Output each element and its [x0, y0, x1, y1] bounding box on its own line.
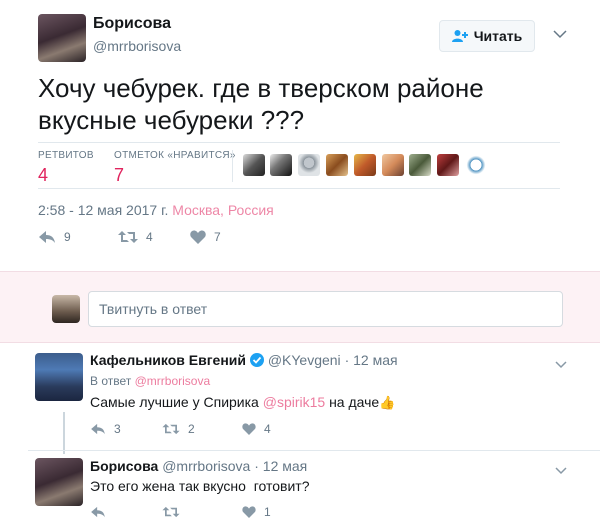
reply-actions: 3 2 4 [90, 422, 314, 436]
reply-count: 3 [114, 422, 121, 436]
tweet-actions: 9 4 7 [38, 230, 262, 244]
current-user-avatar [52, 295, 80, 323]
author-handle[interactable]: @mrrborisova [93, 38, 181, 54]
reply-date[interactable]: 12 мая [353, 352, 397, 368]
reply-text: Это его жена так вкусно готовит? [90, 478, 310, 494]
liker-avatar[interactable] [409, 154, 431, 176]
liker-avatar[interactable] [270, 154, 292, 176]
liker-avatar[interactable] [354, 154, 376, 176]
retweet-count: 4 [146, 230, 153, 244]
like-action[interactable]: 7 [190, 230, 262, 244]
liker-avatar[interactable] [437, 154, 459, 176]
reply-action[interactable]: 9 [38, 230, 118, 244]
retweet-action[interactable]: 4 [118, 230, 190, 244]
likes-count: 7 [114, 165, 125, 185]
retweets-label: РЕТВИТОВ [38, 150, 94, 161]
reply-text-start: Самые лучшие у Спирика [90, 394, 259, 410]
reply-text: Самые лучшие у Спирика @spirik15 на даче… [90, 394, 395, 411]
likes-label: ОТМЕТОК «НРАВИТСЯ» [114, 150, 236, 161]
reply-text-end: на даче [329, 394, 380, 410]
likes-stat[interactable]: ОТМЕТОК «НРАВИТСЯ» 7 [114, 150, 236, 188]
reply-icon [39, 231, 55, 243]
reply-author-name[interactable]: Кафельников Евгений [90, 352, 246, 368]
chevron-down-icon[interactable] [555, 462, 567, 480]
follow-button-label: Читать [473, 28, 523, 44]
reply-author-handle[interactable]: @mrrborisova [162, 458, 250, 474]
timestamp-text: 2:58 - 12 мая 2017 г. [38, 202, 169, 218]
reply-author-handle[interactable]: @KYevgeni [268, 352, 341, 368]
like-icon [242, 506, 256, 518]
location-link[interactable]: Москва, Россия [172, 202, 274, 218]
retweet-count: 2 [188, 422, 195, 436]
like-count: 7 [214, 230, 221, 244]
thumbs-up-emoji: 👍 [379, 395, 396, 410]
liker-avatar[interactable] [298, 154, 320, 176]
retweet-icon [118, 231, 138, 243]
reply-author-avatar[interactable] [35, 458, 83, 506]
retweet-action[interactable] [162, 506, 242, 518]
reply-author-name[interactable]: Борисова [90, 458, 158, 474]
follow-icon [451, 29, 468, 43]
in-reply-prefix: В ответ [90, 374, 132, 388]
follow-button[interactable]: Читать [439, 20, 535, 52]
reply-count: 9 [64, 230, 71, 244]
reply-date[interactable]: 12 мая [263, 458, 307, 474]
divider [38, 142, 560, 143]
mention-link[interactable]: @spirik15 [263, 394, 325, 410]
retweets-stat[interactable]: РЕТВИТОВ 4 [38, 150, 94, 188]
liker-avatar[interactable] [243, 154, 265, 176]
tweet-text: Хочу чебурек. где в тверском районе вкус… [38, 73, 484, 135]
like-icon [242, 423, 256, 435]
tweet-timestamp[interactable]: 2:58 - 12 мая 2017 г. Москва, Россия [38, 202, 274, 218]
retweets-count: 4 [38, 165, 49, 185]
liker-avatar[interactable] [326, 154, 348, 176]
divider [38, 188, 560, 189]
in-reply-to: В ответ @mrrborisova [90, 374, 210, 388]
reply-action[interactable] [90, 506, 162, 518]
chevron-down-icon[interactable] [555, 356, 567, 374]
reply-author-avatar[interactable] [35, 353, 83, 401]
like-action[interactable]: 1 [242, 505, 314, 519]
reply-actions: 1 [90, 505, 314, 519]
author-avatar[interactable] [38, 14, 86, 62]
reply-input[interactable]: Твитнуть в ответ [88, 291, 563, 327]
like-action[interactable]: 4 [242, 422, 314, 436]
author-name[interactable]: Борисова [93, 15, 171, 33]
retweet-action[interactable]: 2 [162, 422, 242, 436]
in-reply-handle[interactable]: @mrrborisova [135, 374, 211, 388]
retweet-icon [162, 423, 180, 435]
reply-icon [91, 423, 105, 435]
like-count: 1 [264, 505, 271, 519]
reply-header: Кафельников Евгений @KYevgeni · 12 мая [90, 352, 398, 368]
divider [28, 450, 600, 451]
thread-connector [63, 412, 65, 454]
reply-icon [91, 506, 105, 518]
liker-avatar[interactable] [465, 154, 487, 176]
like-count: 4 [264, 422, 271, 436]
chevron-down-icon[interactable] [553, 26, 567, 44]
retweet-icon [162, 506, 180, 518]
liker-avatar[interactable] [382, 154, 404, 176]
reply-header: Борисова @mrrborisova · 12 мая [90, 458, 308, 474]
like-icon [190, 230, 206, 244]
verified-icon [249, 353, 264, 367]
stats-divider [232, 150, 233, 182]
reply-action[interactable]: 3 [90, 422, 162, 436]
